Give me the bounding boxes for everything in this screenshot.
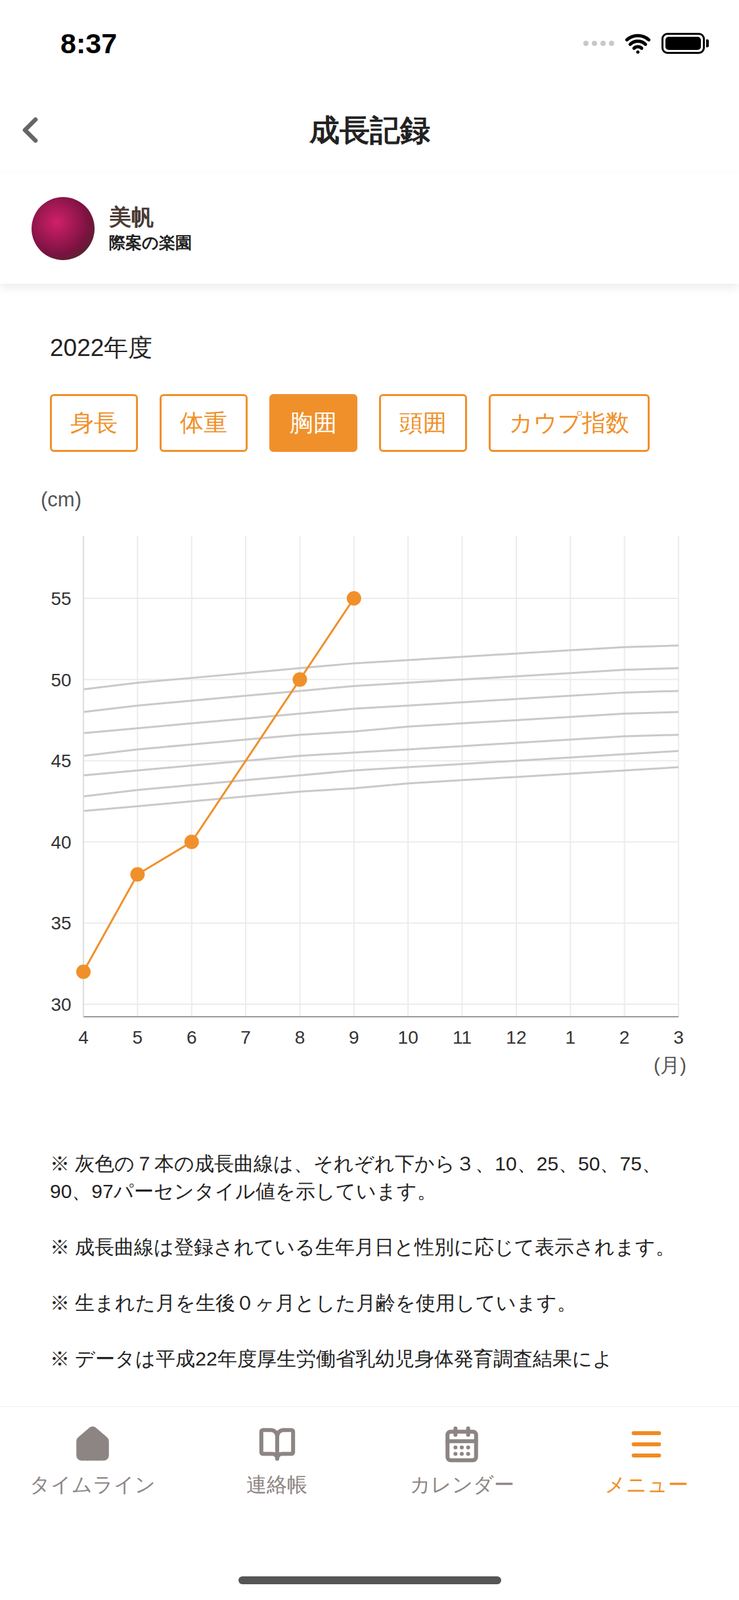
reference-curve [83,750,679,797]
back-icon[interactable] [9,109,52,152]
y-tick: 55 [50,588,71,609]
data-point[interactable] [184,834,200,850]
grid-line [407,536,409,1017]
nav-bar: 成長記録 [0,86,739,174]
series-line [83,598,355,973]
note: ※ 生まれた月を生後０ヶ月とした月齢を使用しています。 [49,1289,690,1318]
tab-bar-icon [258,1425,297,1464]
y-tick: 35 [50,913,71,934]
data-point[interactable] [76,964,91,980]
x-tick: 1 [564,1027,576,1048]
tab-bar-item[interactable]: タイムライン [0,1425,185,1501]
y-tick: 40 [50,832,71,853]
note: ※ 灰色の７本の成長曲線は、それぞれ下から３、10、25、50、75、90、97… [49,1150,690,1206]
grid-line [136,536,138,1017]
x-tick: 5 [132,1027,144,1048]
growth-chart: 555045403530456789101112123(月) [0,518,739,1084]
grid-line [461,536,464,1017]
measure-tab[interactable]: 体重 [159,394,248,452]
reference-curve [83,767,679,812]
grid-line [83,760,679,762]
tab-bar-label: タイムライン [29,1470,156,1501]
reference-curve [83,668,679,713]
signal-icon [583,40,615,46]
battery-icon [661,32,709,54]
reference-curve [83,735,679,776]
grid-line [245,536,247,1017]
measure-tabs: 身長体重胸囲頭囲カウプ指数 [0,394,739,452]
grid-line [677,536,680,1017]
grid-line [569,536,571,1017]
tab-bar-item[interactable]: メニュー [554,1425,739,1501]
tab-bar-item[interactable]: 連絡帳 [184,1425,370,1501]
year-label: 2022年度 [0,283,739,363]
tab-bar-label: 連絡帳 [246,1470,308,1501]
tab-bar-icon [73,1425,112,1464]
x-tick: 9 [348,1027,360,1048]
tab-bar-icon [627,1425,666,1464]
grid-line [624,536,626,1017]
grid-line [83,922,679,924]
child-name: 美帆 [109,202,192,232]
x-tick: 3 [673,1027,684,1048]
x-tick: 6 [186,1027,198,1048]
status-bar: 8:37 [0,0,739,87]
measure-tab[interactable]: 胸囲 [269,394,358,452]
grid-line [353,536,355,1017]
notes: ※ 灰色の７本の成長曲線は、それぞれ下から３、10、25、50、75、90、97… [0,1150,739,1373]
x-axis [83,1016,679,1018]
tab-bar: タイムライン 連絡帳 カレンダー メニュー [0,1406,739,1600]
tab-bar-label: カレンダー [409,1470,515,1501]
data-point[interactable] [130,867,145,882]
content: 2022年度身長体重胸囲頭囲カウプ指数(cm)55504540353045678… [0,283,739,1600]
home-indicator [238,1576,502,1585]
grid-line [83,841,679,843]
measure-tab[interactable]: 頭囲 [379,394,468,452]
profile-header: 美帆際案の楽園 [0,173,739,284]
wifi-icon [624,30,651,57]
unit-label: (cm) [0,489,739,511]
status-time: 8:37 [60,22,117,66]
note: ※ データは平成22年度厚生労働省乳幼児身体発育調査結果によ [49,1345,690,1373]
x-tick: 4 [78,1027,89,1048]
x-tick: 10 [398,1027,419,1048]
x-tick: 12 [505,1027,527,1048]
nav-title: 成長記録 [309,107,431,154]
y-tick: 50 [50,670,71,691]
school-name: 際案の楽園 [109,231,192,255]
y-tick: 45 [50,750,71,772]
tab-bar-item[interactable]: カレンダー [369,1425,555,1501]
x-tick: 2 [619,1027,630,1048]
tab-bar-label: メニュー [604,1470,689,1501]
reference-curve [83,691,679,734]
y-tick: 30 [50,994,71,1015]
reference-curve [83,712,679,757]
grid-line [83,1003,679,1006]
app: 8:37成長記録美帆際案の楽園2022年度身長体重胸囲頭囲カウプ指数(cm)55… [0,0,739,1600]
data-point[interactable] [292,672,307,688]
grid-line [191,536,193,1017]
tab-bar-icon [442,1425,481,1464]
avatar [31,197,95,261]
note: ※ 成長曲線は登録されている生年月日と性別に応じて表示されます。 [49,1233,690,1262]
x-tick: 7 [240,1027,251,1048]
grid-line [83,597,679,600]
measure-tab[interactable]: 身長 [49,394,138,452]
grid-line [677,536,680,1017]
grid-line [82,536,85,1017]
measure-tab[interactable]: カウプ指数 [488,394,650,452]
reference-curve [83,645,679,690]
x-tick: 11 [452,1027,472,1048]
data-point[interactable] [346,591,362,606]
y-axis [82,536,85,1017]
x-tick: 8 [294,1027,306,1048]
x-unit: (月) [653,1054,687,1076]
